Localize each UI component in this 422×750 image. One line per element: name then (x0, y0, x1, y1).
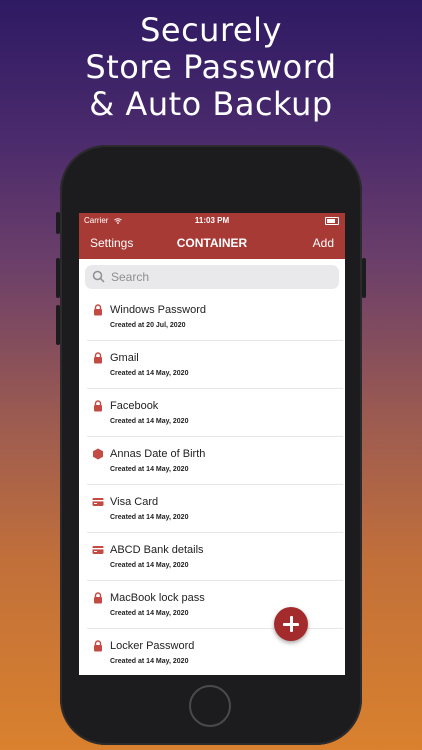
navigation-bar: Settings CONTAINER Add (79, 227, 345, 259)
item-date: Created at 14 May, 2020 (110, 658, 189, 665)
status-bar: Carrier 11:03 PM (79, 213, 345, 227)
lock-icon (94, 640, 102, 652)
item-name: Visa Card (110, 496, 159, 508)
item-name: Annas Date of Birth (110, 448, 206, 460)
item-date: Created at 14 May, 2020 (110, 370, 189, 377)
nav-title: CONTAINER (176, 236, 248, 250)
list-item[interactable]: Annas Date of Birth Created at 14 May, 2… (87, 437, 343, 485)
app-screen: Carrier 11:03 PM Settings CONTAINER Add … (79, 213, 345, 675)
mute-switch (56, 212, 60, 234)
item-name: MacBook lock pass (110, 592, 205, 604)
lock-icon (94, 352, 102, 364)
promo-headline: Securely Store Password & Auto Backup (0, 12, 422, 123)
list-item[interactable]: Locker Password Created at 14 May, 2020 (87, 629, 343, 675)
status-time: 11:03 PM (194, 216, 230, 225)
lock-icon (94, 304, 102, 316)
lock-icon (94, 592, 102, 604)
search-placeholder: Search (111, 270, 150, 284)
lock-icon (94, 400, 102, 412)
power-button (362, 258, 366, 298)
add-button[interactable]: Add (313, 236, 334, 250)
item-name: Windows Password (110, 304, 206, 316)
item-date: Created at 20 Jul, 2020 (110, 322, 186, 329)
item-name: Facebook (110, 400, 159, 412)
item-name: Gmail (110, 352, 139, 364)
volume-up-button (56, 258, 60, 298)
list-item[interactable]: Gmail Created at 14 May, 2020 (87, 341, 343, 389)
home-button[interactable] (189, 685, 231, 727)
add-entry-fab[interactable] (274, 607, 308, 641)
search-bar-container: Search (79, 259, 345, 293)
list-item[interactable]: Visa Card Created at 14 May, 2020 (87, 485, 343, 533)
battery-icon (325, 217, 339, 225)
search-input[interactable]: Search (85, 265, 339, 289)
item-date: Created at 14 May, 2020 (110, 610, 189, 617)
card-icon (92, 546, 104, 554)
item-date: Created at 14 May, 2020 (110, 562, 189, 569)
item-date: Created at 14 May, 2020 (110, 514, 189, 521)
headline-line-2: Store Password (85, 48, 337, 86)
volume-down-button (56, 305, 60, 345)
item-date: Created at 14 May, 2020 (110, 418, 189, 425)
search-icon (92, 270, 105, 283)
headline-line-3: & Auto Backup (89, 85, 333, 123)
hexagon-icon (93, 448, 103, 460)
item-name: ABCD Bank details (110, 544, 204, 556)
headline-line-1: Securely (140, 11, 282, 49)
card-icon (92, 498, 104, 506)
item-date: Created at 14 May, 2020 (110, 466, 189, 473)
list-item[interactable]: ABCD Bank details Created at 14 May, 202… (87, 533, 343, 581)
item-name: Locker Password (110, 640, 195, 652)
list-item[interactable]: Facebook Created at 14 May, 2020 (87, 389, 343, 437)
list-item[interactable]: Windows Password Created at 20 Jul, 2020 (87, 293, 343, 341)
